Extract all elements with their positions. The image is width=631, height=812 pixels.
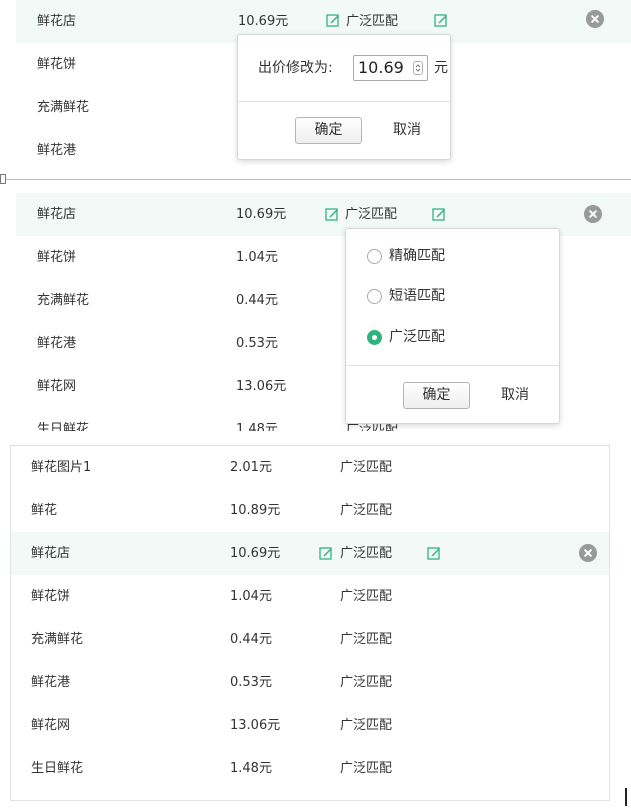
keyword-cell: 鲜花港 xyxy=(31,675,71,690)
match-type-cell: 广泛匹配 xyxy=(340,589,393,604)
keyword-cell: 鲜花网 xyxy=(31,718,71,733)
confirm-button[interactable]: 确定 xyxy=(403,382,470,409)
price-cell: 13.06元 xyxy=(236,379,287,394)
price-cell: 10.89元 xyxy=(230,503,281,518)
radio-label-phrase: 短语匹配 xyxy=(389,288,445,304)
keyword-panel-list: 鲜花图片1 2.01元 广泛匹配 鲜花 10.89元 广泛匹配 鲜花店 10.6… xyxy=(10,445,610,801)
price-cell: 1.04元 xyxy=(230,589,272,604)
keyword-cell: 鲜花港 xyxy=(37,143,77,158)
price-cell: 10.69元 xyxy=(236,207,287,222)
table-row: 鲜花 10.89元 广泛匹配 xyxy=(11,489,609,532)
edit-price-icon[interactable] xyxy=(325,207,339,221)
section-separator xyxy=(0,179,631,180)
edit-match-icon[interactable] xyxy=(427,546,441,560)
cancel-button[interactable]: 取消 xyxy=(382,117,432,144)
radio-broad-match[interactable] xyxy=(367,330,382,345)
edit-price-icon[interactable] xyxy=(319,546,333,560)
keyword-cell: 鲜花网 xyxy=(37,379,77,394)
match-type-cell: 广泛匹配 xyxy=(340,503,393,518)
text-cursor-icon xyxy=(625,788,627,806)
match-type-cell: 广泛匹配 xyxy=(340,761,393,776)
keyword-cell: 充满鲜花 xyxy=(37,100,90,115)
price-cell: 0.44元 xyxy=(236,293,278,308)
popup-divider xyxy=(346,365,559,366)
keyword-cell: 鲜花港 xyxy=(37,336,77,351)
keyword-cell: 生日鲜花 xyxy=(37,422,90,431)
bid-input[interactable]: 10.69 xyxy=(353,55,428,81)
radio-label-broad: 广泛匹配 xyxy=(389,329,445,345)
keyword-cell: 鲜花店 xyxy=(31,546,71,561)
delete-close-icon[interactable] xyxy=(579,544,597,562)
table-row: 鲜花网 13.06元 广泛匹配 xyxy=(11,704,609,747)
match-type-cell: 广泛匹配 xyxy=(340,675,393,690)
radio-exact-match[interactable] xyxy=(367,249,382,264)
keyword-cell: 生日鲜花 xyxy=(31,761,84,776)
keyword-cell: 鲜花店 xyxy=(37,207,77,222)
radio-phrase-match[interactable] xyxy=(367,289,382,304)
edit-match-icon[interactable] xyxy=(434,13,448,27)
match-type-popup: 精确匹配 短语匹配 广泛匹配 确定 取消 xyxy=(345,228,560,424)
price-cell: 13.06元 xyxy=(230,718,281,733)
table-row: 鲜花港 0.53元 广泛匹配 xyxy=(11,661,609,704)
match-type-cell: 广泛匹配 xyxy=(340,632,393,647)
price-cell: 1.48元 xyxy=(236,422,278,431)
price-cell: 0.44元 xyxy=(230,632,272,647)
match-type-cell: 广泛匹配 xyxy=(340,546,393,561)
keyword-cell: 鲜花图片1 xyxy=(31,460,92,475)
keyword-cell: 鲜花 xyxy=(31,503,58,518)
radio-label-exact: 精确匹配 xyxy=(389,248,445,264)
price-cell: 0.53元 xyxy=(236,336,278,351)
bid-unit: 元 xyxy=(434,60,448,76)
price-cell: 0.53元 xyxy=(230,675,272,690)
resize-handle xyxy=(0,174,6,184)
price-cell: 1.04元 xyxy=(236,250,278,265)
edit-match-icon[interactable] xyxy=(432,207,446,221)
delete-close-icon[interactable] xyxy=(584,205,602,223)
table-row: 生日鲜花 1.48元 广泛匹配 xyxy=(11,747,609,790)
price-cell: 1.48元 xyxy=(230,761,272,776)
keyword-cell: 鲜花店 xyxy=(37,14,77,29)
table-row: 鲜花饼 1.04元 广泛匹配 xyxy=(11,575,609,618)
popup-divider xyxy=(238,101,450,102)
price-cell: 2.01元 xyxy=(230,460,272,475)
bid-edit-popup: 出价修改为: 10.69 元 确定 取消 xyxy=(237,34,451,160)
price-cell: 10.69元 xyxy=(230,546,281,561)
table-row: 鲜花图片1 2.01元 广泛匹配 xyxy=(11,446,609,489)
keyword-cell: 充满鲜花 xyxy=(31,632,84,647)
bid-label: 出价修改为: xyxy=(258,60,333,76)
delete-close-icon[interactable] xyxy=(586,10,604,28)
match-type-cell: 广泛匹配 xyxy=(340,460,393,475)
stepper-icon[interactable] xyxy=(413,61,423,75)
bid-input-value: 10.69 xyxy=(358,58,404,77)
keyword-cell: 鲜花饼 xyxy=(37,57,77,72)
keyword-cell: 鲜花饼 xyxy=(31,589,71,604)
keyword-cell: 充满鲜花 xyxy=(37,293,90,308)
confirm-button[interactable]: 确定 xyxy=(295,117,362,144)
cancel-button[interactable]: 取消 xyxy=(490,382,540,409)
match-type-cell: 广泛匹配 xyxy=(340,718,393,733)
table-row-hover: 鲜花店 10.69元 广泛匹配 xyxy=(11,532,609,575)
keyword-cell: 鲜花饼 xyxy=(37,250,77,265)
edit-price-icon[interactable] xyxy=(326,13,340,27)
table-row: 充满鲜花 0.44元 广泛匹配 xyxy=(11,618,609,661)
